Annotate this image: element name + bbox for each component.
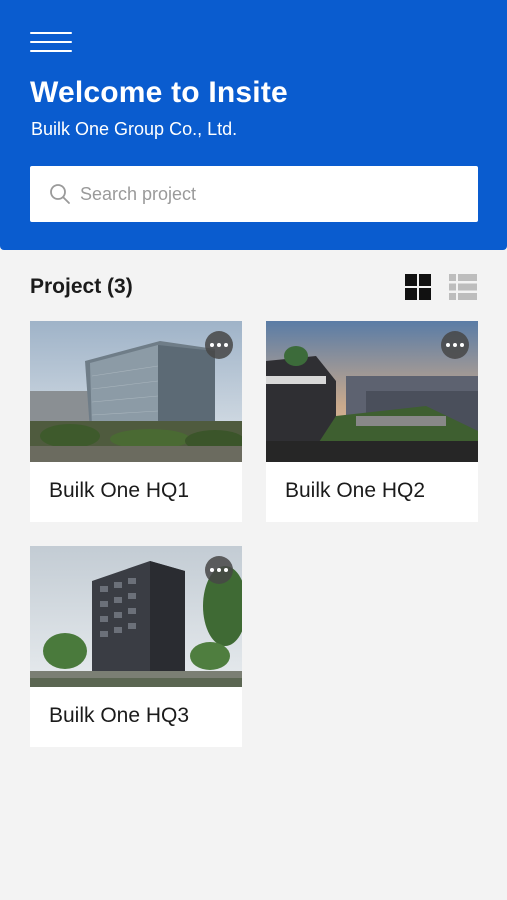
project-card[interactable]: Builk One HQ2 [266, 321, 478, 522]
page-title: Welcome to Insite [30, 76, 288, 109]
project-card[interactable]: Builk One HQ3 [30, 546, 242, 747]
search-input[interactable] [80, 166, 470, 222]
search-bar[interactable] [30, 166, 478, 222]
project-name: Builk One HQ3 [49, 704, 190, 727]
search-icon [50, 184, 70, 204]
project-section-title: Project (3) [30, 275, 133, 298]
project-name: Builk One HQ2 [285, 479, 426, 502]
hamburger-menu-icon[interactable] [28, 28, 74, 56]
app-header: Welcome to Insite Builk One Group Co., L… [0, 0, 507, 250]
project-card[interactable]: Builk One HQ1 [30, 321, 242, 522]
list-view-icon[interactable] [448, 273, 478, 301]
project-name: Builk One HQ1 [49, 479, 190, 502]
company-name: Builk One Group Co., Ltd. [31, 119, 238, 139]
more-options-icon[interactable] [441, 331, 469, 359]
more-options-icon[interactable] [205, 331, 233, 359]
more-options-icon[interactable] [205, 556, 233, 584]
grid-view-icon[interactable] [404, 273, 432, 301]
